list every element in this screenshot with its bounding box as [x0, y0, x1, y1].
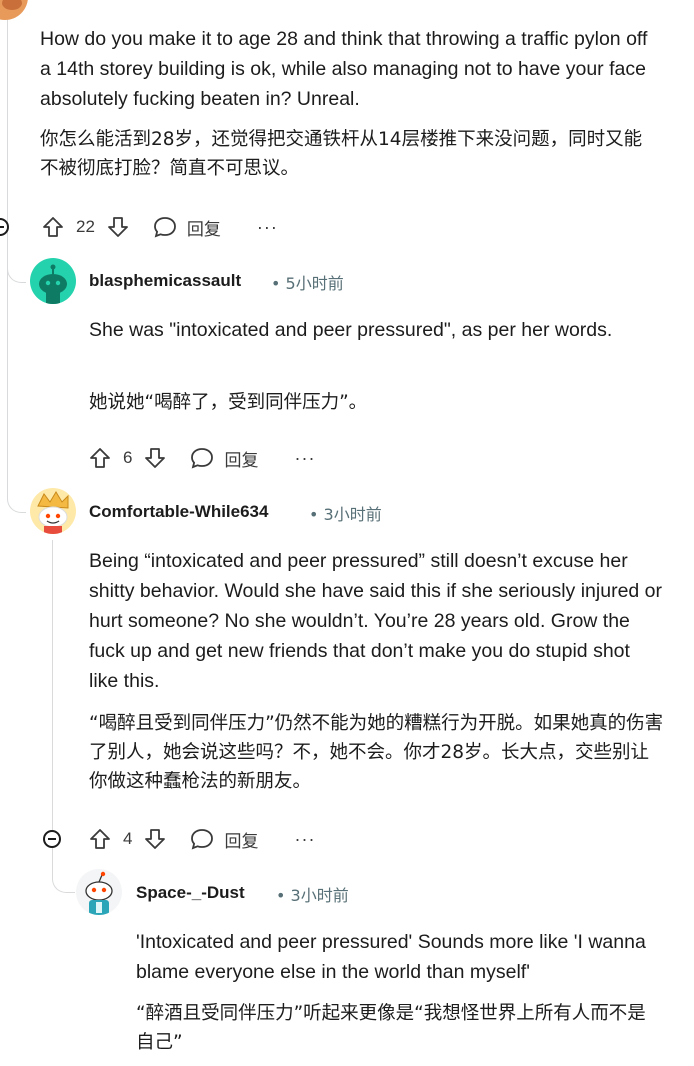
thread-line-main: [7, 0, 8, 235]
avatar: [30, 258, 76, 304]
upvote-icon[interactable]: [87, 445, 113, 471]
comment-actions: 4 回复 ···: [87, 824, 315, 854]
upvote-icon[interactable]: [40, 214, 66, 240]
comment-body-zh: “喝醉且受到同伴压力”仍然不能为她的糟糕行为开脱。如果她真的伤害了别人，她会说这…: [89, 713, 664, 792]
username[interactable]: blasphemicassault: [89, 271, 241, 291]
reply-label: 回复: [186, 219, 221, 240]
upvote-icon[interactable]: [87, 826, 113, 852]
reply-label: 回复: [224, 831, 259, 852]
thread-line-reply: [52, 540, 53, 830]
comment-body-zh: “醉酒且受同伴压力”听起来更像是“我想怪世界上所有人而不是自己”: [136, 1003, 646, 1053]
reply-button[interactable]: 回复: [190, 446, 258, 471]
vote-count: 4: [123, 829, 133, 848]
comment-actions: 22 回复 ···: [40, 212, 278, 242]
comment-actions: 6 回复 ···: [87, 443, 315, 473]
comment-body-en: She was "intoxicated and peer pressured"…: [89, 319, 613, 341]
avatar: [30, 488, 76, 534]
avatar: [0, 0, 28, 20]
reply-button[interactable]: 回复: [153, 215, 221, 240]
comment-body-en: How do you make it to age 28 and think t…: [40, 28, 648, 110]
more-options-icon[interactable]: ···: [294, 829, 315, 850]
avatar: [76, 869, 122, 915]
thread-elbow: [7, 244, 26, 283]
comment-bubble-icon: [191, 448, 214, 469]
comment-body-zh: 你怎么能活到28岁，还觉得把交通铁杆从14层楼推下来没问题，同时又能不被彻底打脸…: [40, 129, 643, 179]
more-options-icon[interactable]: ···: [257, 217, 278, 238]
vote-count: 6: [123, 448, 133, 467]
username[interactable]: Comfortable-While634: [89, 502, 268, 522]
timestamp: • 5小时前: [271, 274, 344, 293]
thread-elbow: [52, 848, 75, 893]
reply-button[interactable]: 回复: [190, 827, 258, 852]
downvote-icon[interactable]: [142, 445, 168, 471]
comment-body-en: 'Intoxicated and peer pressured' Sounds …: [136, 931, 646, 983]
comment-bubble-icon: [154, 217, 176, 238]
comment-body-en: Being “intoxicated and peer pressured” s…: [89, 550, 663, 692]
more-options-icon[interactable]: ···: [294, 448, 315, 469]
reply-label: 回复: [224, 450, 259, 471]
collapse-thread-button[interactable]: [43, 830, 61, 848]
vote-count: 22: [76, 217, 95, 236]
username[interactable]: Space-_-Dust: [136, 883, 245, 903]
downvote-icon[interactable]: [142, 826, 168, 852]
comment-bubble-icon: [191, 829, 214, 850]
timestamp: • 3小时前: [276, 886, 349, 905]
downvote-icon[interactable]: [105, 214, 131, 240]
comment-body-zh: 她说她“喝醉了，受到同伴压力”。: [89, 392, 368, 413]
thread-elbow: [7, 476, 26, 513]
timestamp: • 3小时前: [309, 505, 382, 524]
